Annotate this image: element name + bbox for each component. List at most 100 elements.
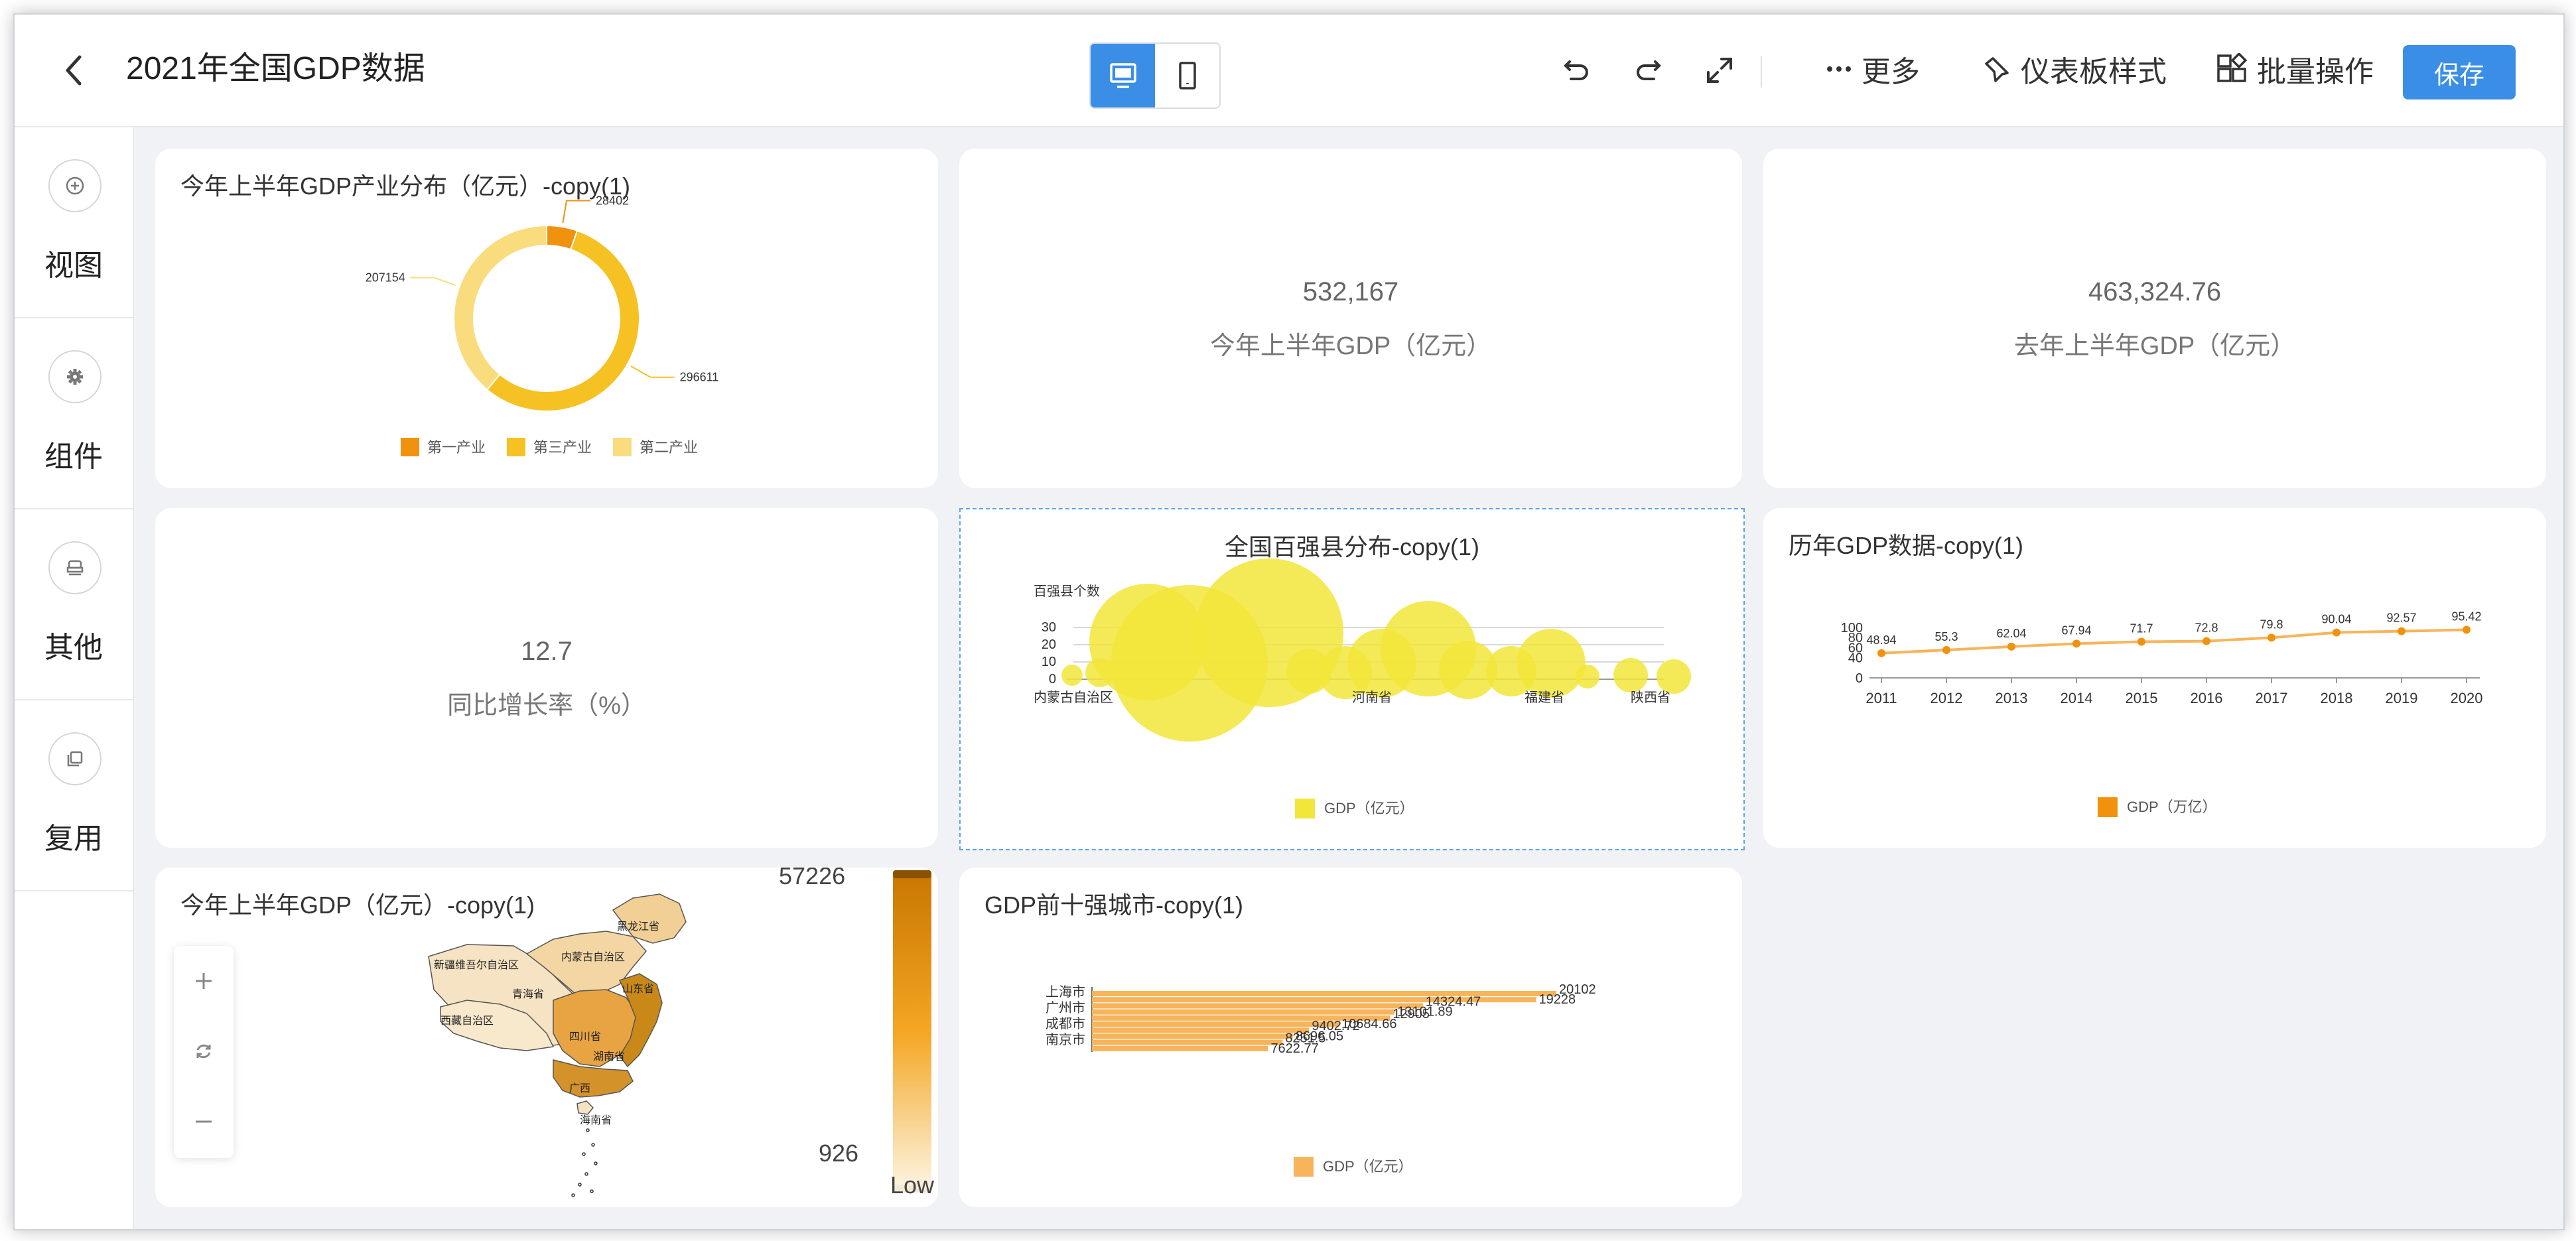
bubble-mark-11 xyxy=(1517,629,1586,698)
y-tick-label: 20 xyxy=(1042,637,1056,652)
scale-min-label: 926 xyxy=(819,1140,859,1167)
pie-chart-card[interactable]: 今年上半年GDP产业分布（亿元）-copy(1) 28402 296611 2071… xyxy=(155,149,938,488)
y-tick-label: 0 xyxy=(1049,672,1056,686)
line-chart-card[interactable]: 历年GDP数据-copy(1) 0 40 60 80 100 48.94 2011 55.3 2… xyxy=(1763,508,2546,848)
dashboard-style-button[interactable]: 仪表板样式 xyxy=(1982,48,2167,90)
kpi-value: 12.7 xyxy=(521,637,573,666)
pie-value-label: 28402 xyxy=(596,194,629,208)
bar-mark-9 xyxy=(1092,1045,1268,1051)
x-tick-label: 2016 xyxy=(2191,690,2223,706)
legend-swatch xyxy=(401,438,419,456)
x-tick-label: 内蒙古自治区 xyxy=(1034,690,1113,705)
scale-low-label: Low xyxy=(890,1171,935,1199)
gear-icon xyxy=(48,350,102,403)
svg-text:湖南省: 湖南省 xyxy=(593,1051,625,1063)
line-point xyxy=(2072,639,2080,648)
pin-icon xyxy=(1985,57,2009,82)
kpi-value: 532,167 xyxy=(1302,277,1399,306)
bar-value-label: 12905 xyxy=(1392,1007,1430,1021)
reset-icon[interactable] xyxy=(174,1016,234,1086)
bar-mark-8 xyxy=(1092,1039,1283,1045)
pie-slice-2 xyxy=(453,224,547,391)
sidebar-item-label: 复用 xyxy=(44,822,103,855)
data-label: 67.94 xyxy=(2061,623,2091,637)
dashboard-style-label: 仪表板样式 xyxy=(2021,56,2167,88)
map-color-scale[interactable] xyxy=(893,872,931,1193)
more-button[interactable]: 更多 xyxy=(1826,48,1920,90)
svg-text:黑龙江省: 黑龙江省 xyxy=(617,921,659,933)
svg-text:四川省: 四川省 xyxy=(569,1031,601,1043)
batch-operation-label: 批量操作 xyxy=(2257,56,2374,88)
save-button[interactable]: 保存 xyxy=(2403,45,2516,99)
app-window: 2021年全国GDP数据 更多 仪表板样式 批量操作 保存 视图 组件 其他 复… xyxy=(13,13,2565,1230)
sidebar-item-view[interactable]: 视图 xyxy=(15,127,133,318)
back-arrow-icon[interactable] xyxy=(54,50,94,90)
map-card[interactable]: 新疆维吾尔自治区 内蒙古自治区 西藏自治区 青海省 黑龙江省 四川省 湖南省 广… xyxy=(155,868,938,1207)
y-tick-label: 30 xyxy=(1042,620,1056,635)
more-label: 更多 xyxy=(1862,56,1920,88)
kpi-label: 去年上半年GDP（亿元） xyxy=(2013,332,2296,360)
line-point xyxy=(2007,642,2015,651)
line-point xyxy=(2463,625,2471,634)
kpi-card-last-year-gdp[interactable]: 463,324.76 去年上半年GDP（亿元） xyxy=(1763,149,2546,488)
line-series xyxy=(1881,628,2467,655)
data-label: 48.94 xyxy=(1866,633,1896,647)
data-label: 90.04 xyxy=(2321,613,2351,626)
data-label: 62.04 xyxy=(1996,627,2026,640)
batch-operation-button[interactable]: 批量操作 xyxy=(2216,48,2374,90)
map-scale-handle-top[interactable] xyxy=(893,870,931,878)
y-tick-label: 10 xyxy=(1042,655,1056,669)
kpi-card-current-gdp[interactable]: 532,167 今年上半年GDP（亿元） xyxy=(959,149,1742,488)
x-tick-label: 2012 xyxy=(1931,690,1963,706)
x-tick-label: 2013 xyxy=(1996,690,2028,706)
svg-text:新疆维吾尔自治区: 新疆维吾尔自治区 xyxy=(434,959,519,971)
desktop-view-button[interactable] xyxy=(1091,44,1155,107)
bubble-chart-card[interactable]: 全国百强县分布-copy(1) 百强县个数 0 10 20 30 内蒙古自治区 河南省 福建省… xyxy=(959,508,1745,850)
top-toolbar: 2021年全国GDP数据 更多 仪表板样式 批量操作 保存 xyxy=(15,15,2563,127)
kpi-label: 同比增长率（%） xyxy=(447,692,646,720)
pie-label-line-0 xyxy=(562,200,591,224)
undo-icon[interactable] xyxy=(1557,50,1597,90)
legend-label: 第二产业 xyxy=(640,439,698,456)
bar-mark-3 xyxy=(1092,1009,1395,1015)
fullscreen-icon[interactable] xyxy=(1700,50,1739,90)
pie-label-line-1 xyxy=(630,365,675,378)
monitor-icon xyxy=(1109,63,1136,88)
bar-chart-card[interactable]: GDP前十强城市-copy(1) 20102 19228 14324.47 13101… xyxy=(959,868,1742,1207)
pie-value-label: 296611 xyxy=(680,371,719,384)
zoom-in-icon[interactable] xyxy=(174,946,234,1016)
sidebar-item-label: 组件 xyxy=(44,440,103,473)
data-label: 95.42 xyxy=(2451,610,2481,623)
grid-icon xyxy=(2217,53,2248,82)
y-tick-label: 广州市 xyxy=(1046,1000,1085,1015)
sidebar-item-label: 视图 xyxy=(44,249,103,282)
bubble-chart: 百强县个数 0 10 20 30 内蒙古自治区 河南省 福建省 陕西省 GDP（亿元） xyxy=(1034,558,1691,818)
bar-value-label: 19228 xyxy=(1539,992,1576,1007)
plus-circle-icon xyxy=(48,159,102,212)
data-label: 55.3 xyxy=(1934,630,1958,643)
redo-icon[interactable] xyxy=(1628,50,1668,90)
svg-text:山东省: 山东省 xyxy=(622,983,654,995)
svg-text:内蒙古自治区: 内蒙古自治区 xyxy=(561,951,625,963)
zoom-out-icon[interactable] xyxy=(174,1086,234,1157)
page-title: 2021年全国GDP数据 xyxy=(126,51,425,86)
line-point xyxy=(1942,645,1950,654)
bubble-mark-13 xyxy=(1613,658,1648,692)
bar-mark-7 xyxy=(1092,1033,1293,1039)
map-zoom-controls xyxy=(174,946,234,1158)
sidebar-item-component[interactable]: 组件 xyxy=(15,318,133,509)
y-axis-title: 百强县个数 xyxy=(1034,584,1100,599)
x-tick-label: 陕西省 xyxy=(1631,690,1670,705)
sidebar-item-other[interactable]: 其他 xyxy=(15,509,133,700)
y-tick-label: 上海市 xyxy=(1046,984,1085,1000)
bar-mark-2 xyxy=(1092,1003,1423,1009)
bar-mark-5 xyxy=(1092,1021,1339,1027)
data-label: 79.8 xyxy=(2260,618,2283,631)
data-label: 71.7 xyxy=(2130,622,2153,635)
mobile-view-button[interactable] xyxy=(1155,44,1219,107)
bubble-mark-0 xyxy=(1061,665,1083,686)
svg-text:广西: 广西 xyxy=(569,1082,590,1094)
bubble-mark-12 xyxy=(1576,665,1599,688)
kpi-card-growth-rate[interactable]: 12.7 同比增长率（%） xyxy=(155,508,938,848)
sidebar-item-reuse[interactable]: 复用 xyxy=(15,700,133,891)
